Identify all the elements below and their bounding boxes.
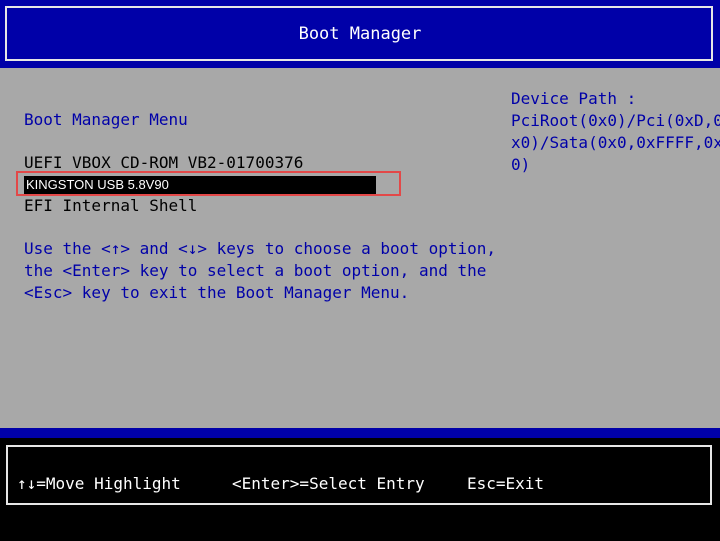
device-path-line: x0)/Sata(0x0,0xFFFF,0x [511,133,720,152]
bottom-strip [0,514,720,541]
menu-heading: Boot Manager Menu [24,110,188,129]
footer-move-highlight: ↑↓=Move Highlight [17,474,181,493]
boot-option-efi-internal-shell[interactable]: EFI Internal Shell [24,197,197,215]
window-title: Boot Manager [298,24,422,44]
boot-option-uefi-vbox-cdrom[interactable]: UEFI VBOX CD-ROM VB2-01700376 [24,154,303,172]
footer-divider [0,428,720,438]
footer-exit: Esc=Exit [467,474,545,493]
help-text-line: the <Enter> key to select a boot option,… [24,261,487,280]
footer-select-entry: <Enter>=Select Entry [232,474,425,493]
selection-outline [16,171,401,196]
help-text-line: <Esc> key to exit the Boot Manager Menu. [24,283,410,302]
device-path-line: 0) [511,155,531,174]
device-path-line: PciRoot(0x0)/Pci(0xD,0 [511,111,720,130]
help-text-line: Use the <↑> and <↓> keys to choose a boo… [24,239,497,258]
device-path-label: Device Path : [511,89,637,108]
